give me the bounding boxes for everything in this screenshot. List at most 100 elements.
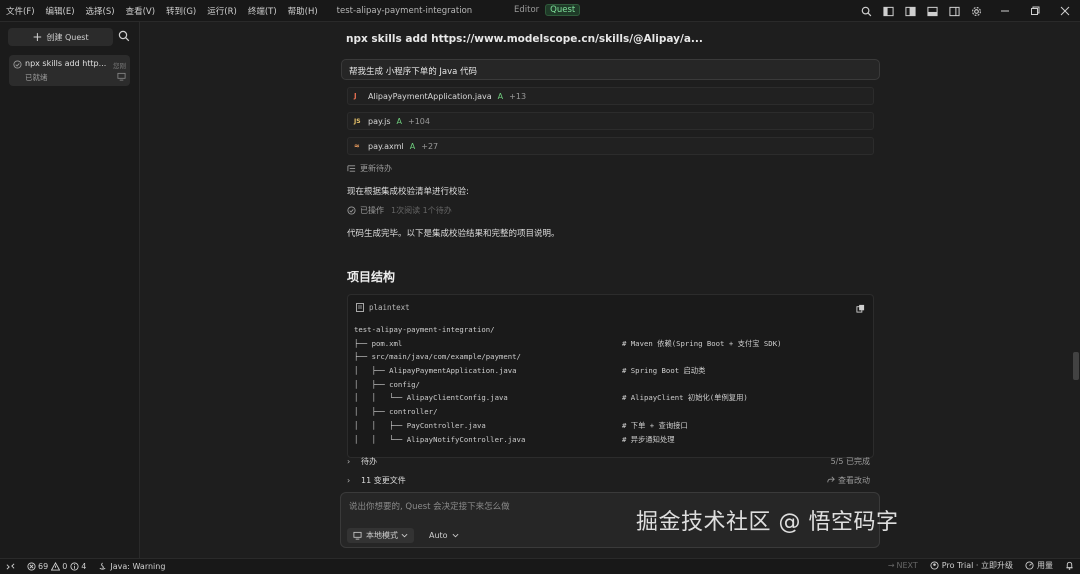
status-bar-right: → NEXT Pro Trial · 立即升级 用量	[876, 560, 1074, 571]
layout-sidebar-right-icon[interactable]	[948, 5, 960, 17]
code-comment: # AlipayClient 初始化(单例复用)	[622, 393, 748, 403]
changes-collapse-row[interactable]: › 11 变更文件 查看改动	[347, 471, 874, 489]
code-lines: test-alipay-payment-integration/ ├── pom…	[354, 325, 869, 448]
file-status-tag: A	[409, 141, 416, 151]
menu-terminal[interactable]: 终端(T)	[248, 5, 277, 17]
layout-editor-icon[interactable]	[904, 5, 916, 17]
changed-file-card[interactable]: JS pay.js A +104	[347, 112, 874, 130]
operations-summary: 1次阅读 1个待办	[391, 206, 452, 215]
menubar: 文件(F) 编辑(E) 选择(S) 查看(V) 转到(G) 运行(R) 终端(T…	[0, 0, 1080, 22]
info-count: 4	[81, 562, 87, 571]
mode-switch: Editor Quest	[510, 4, 581, 16]
minimize-icon[interactable]	[998, 4, 1012, 18]
pro-trial-button[interactable]: Pro Trial · 立即升级	[930, 560, 1013, 571]
arrow-right-icon: →	[887, 561, 895, 570]
local-mode-button[interactable]: 本地模式	[347, 528, 414, 543]
java-status-label: Java: Warning	[110, 562, 166, 571]
operations-label: 已操作	[360, 206, 384, 215]
view-changes-label: 查看改动	[838, 475, 870, 485]
changes-label: 11 变更文件	[361, 475, 406, 485]
copy-icon[interactable]	[856, 304, 865, 313]
file-status-tag: A	[396, 116, 402, 126]
usage-label: 用量	[1037, 561, 1053, 570]
layout-panel-icon[interactable]	[926, 5, 938, 17]
file-name: pay.js	[368, 116, 391, 126]
local-mode-label: 本地模式	[366, 531, 398, 540]
java-icon	[98, 562, 107, 571]
search-icon[interactable]	[118, 30, 132, 44]
todo-update-row[interactable]: 更新待办	[347, 163, 392, 174]
menu-selection[interactable]: 选择(S)	[86, 5, 115, 17]
quest-sidebar: + 创建 Quest npx skills add http... 您刚 已就绪	[0, 22, 140, 558]
code-line: │ ├── config/	[354, 380, 869, 394]
layout-sidebar-left-icon[interactable]	[882, 5, 894, 17]
code-line: ├── pom.xml # Maven 依赖(Spring Boot + 支付宝 …	[354, 339, 869, 353]
problems-indicator[interactable]: 69 0 4	[27, 562, 86, 571]
check-circle-icon	[347, 206, 356, 215]
model-select[interactable]: Auto	[429, 528, 459, 543]
menu-go[interactable]: 转到(G)	[166, 5, 196, 17]
code-tree-text: │ │ └── AlipayClientConfig.java	[354, 393, 508, 403]
pro-trial-label: Pro Trial · 立即升级	[941, 561, 1013, 570]
file-status-tag: A	[497, 91, 504, 101]
operations-row[interactable]: 已操作 1次阅读 1个待办	[347, 205, 452, 216]
quest-conversation: npx skills add https://www.modelscope.cn…	[141, 22, 1080, 558]
notification-bell-icon[interactable]	[1065, 561, 1074, 570]
scrollbar-thumb[interactable]	[1073, 352, 1079, 380]
restore-icon[interactable]	[1028, 4, 1042, 18]
java-status[interactable]: Java: Warning	[98, 562, 165, 571]
changed-file-card[interactable]: ≈ pay.axml A +27	[347, 137, 874, 155]
quest-heading: npx skills add https://www.modelscope.cn…	[346, 33, 703, 45]
monitor-icon	[117, 72, 126, 81]
code-line: test-alipay-payment-integration/	[354, 325, 869, 339]
search-icon[interactable]	[860, 5, 872, 17]
usage-button[interactable]: 用量	[1025, 560, 1053, 571]
code-tree-text: │ │ ├── PayController.java	[354, 420, 486, 430]
next-indicator[interactable]: → NEXT	[888, 561, 918, 570]
warning-icon	[51, 562, 61, 571]
code-tree-text: test-alipay-payment-integration/	[354, 325, 495, 334]
chevron-right-icon: ›	[347, 475, 351, 485]
code-comment: # Spring Boot 启动类	[622, 366, 706, 376]
file-name: pay.axml	[368, 141, 404, 151]
watermark: 掘金技术社区 @ 悟空码字	[636, 510, 899, 535]
menu-edit[interactable]: 编辑(E)	[46, 5, 75, 17]
todo-collapse-row[interactable]: › 待办 5/5 已完成	[347, 452, 874, 470]
settings-gear-icon[interactable]	[970, 5, 982, 17]
mode-quest-button[interactable]: Quest	[545, 4, 581, 16]
menu-view[interactable]: 查看(V)	[126, 5, 155, 17]
code-line: │ ├── AlipayPaymentApplication.java # Spr…	[354, 366, 869, 380]
mode-editor-button[interactable]: Editor	[510, 4, 543, 16]
close-icon[interactable]	[1058, 4, 1072, 18]
titlebar-controls	[850, 4, 1072, 18]
check-circle-icon	[13, 60, 22, 69]
remote-icon[interactable]	[6, 562, 15, 571]
next-label: NEXT	[896, 561, 918, 570]
file-line-count: +104	[408, 116, 430, 126]
menu-help[interactable]: 帮助(H)	[288, 5, 318, 17]
menu-file[interactable]: 文件(F)	[6, 5, 35, 17]
code-comment: # Maven 依赖(Spring Boot + 支付宝 SDK)	[622, 338, 782, 348]
chevron-right-icon: ›	[347, 456, 351, 466]
java-file-icon: J	[354, 92, 357, 100]
code-tree-text: ├── src/main/java/com/example/payment/	[354, 352, 521, 362]
menu-run[interactable]: 运行(R)	[207, 5, 237, 17]
todo-update-label: 更新待办	[360, 164, 392, 173]
changed-file-card[interactable]: J AlipayPaymentApplication.java A +13	[347, 87, 874, 105]
view-changes-link[interactable]: 查看改动	[827, 475, 870, 486]
warning-count: 0	[62, 562, 68, 571]
quest-list-item[interactable]: npx skills add http... 您刚 已就绪	[9, 55, 130, 86]
axml-file-icon: ≈	[354, 142, 360, 150]
error-count: 69	[38, 562, 49, 571]
file-line-count: +27	[421, 141, 439, 151]
code-language: plaintext	[369, 303, 410, 312]
section-title: 项目结构	[347, 270, 396, 284]
code-line: ├── src/main/java/com/example/payment/	[354, 352, 869, 366]
code-comment: # 下单 + 查询接口	[622, 420, 688, 430]
chevron-down-icon	[452, 532, 459, 539]
file-text-icon	[356, 303, 364, 312]
file-name: AlipayPaymentApplication.java	[368, 91, 492, 101]
list-icon	[347, 164, 356, 173]
new-quest-button[interactable]: + 创建 Quest	[8, 28, 113, 46]
code-line: │ │ └── AlipayNotifyController.java # 异步通…	[354, 435, 869, 449]
